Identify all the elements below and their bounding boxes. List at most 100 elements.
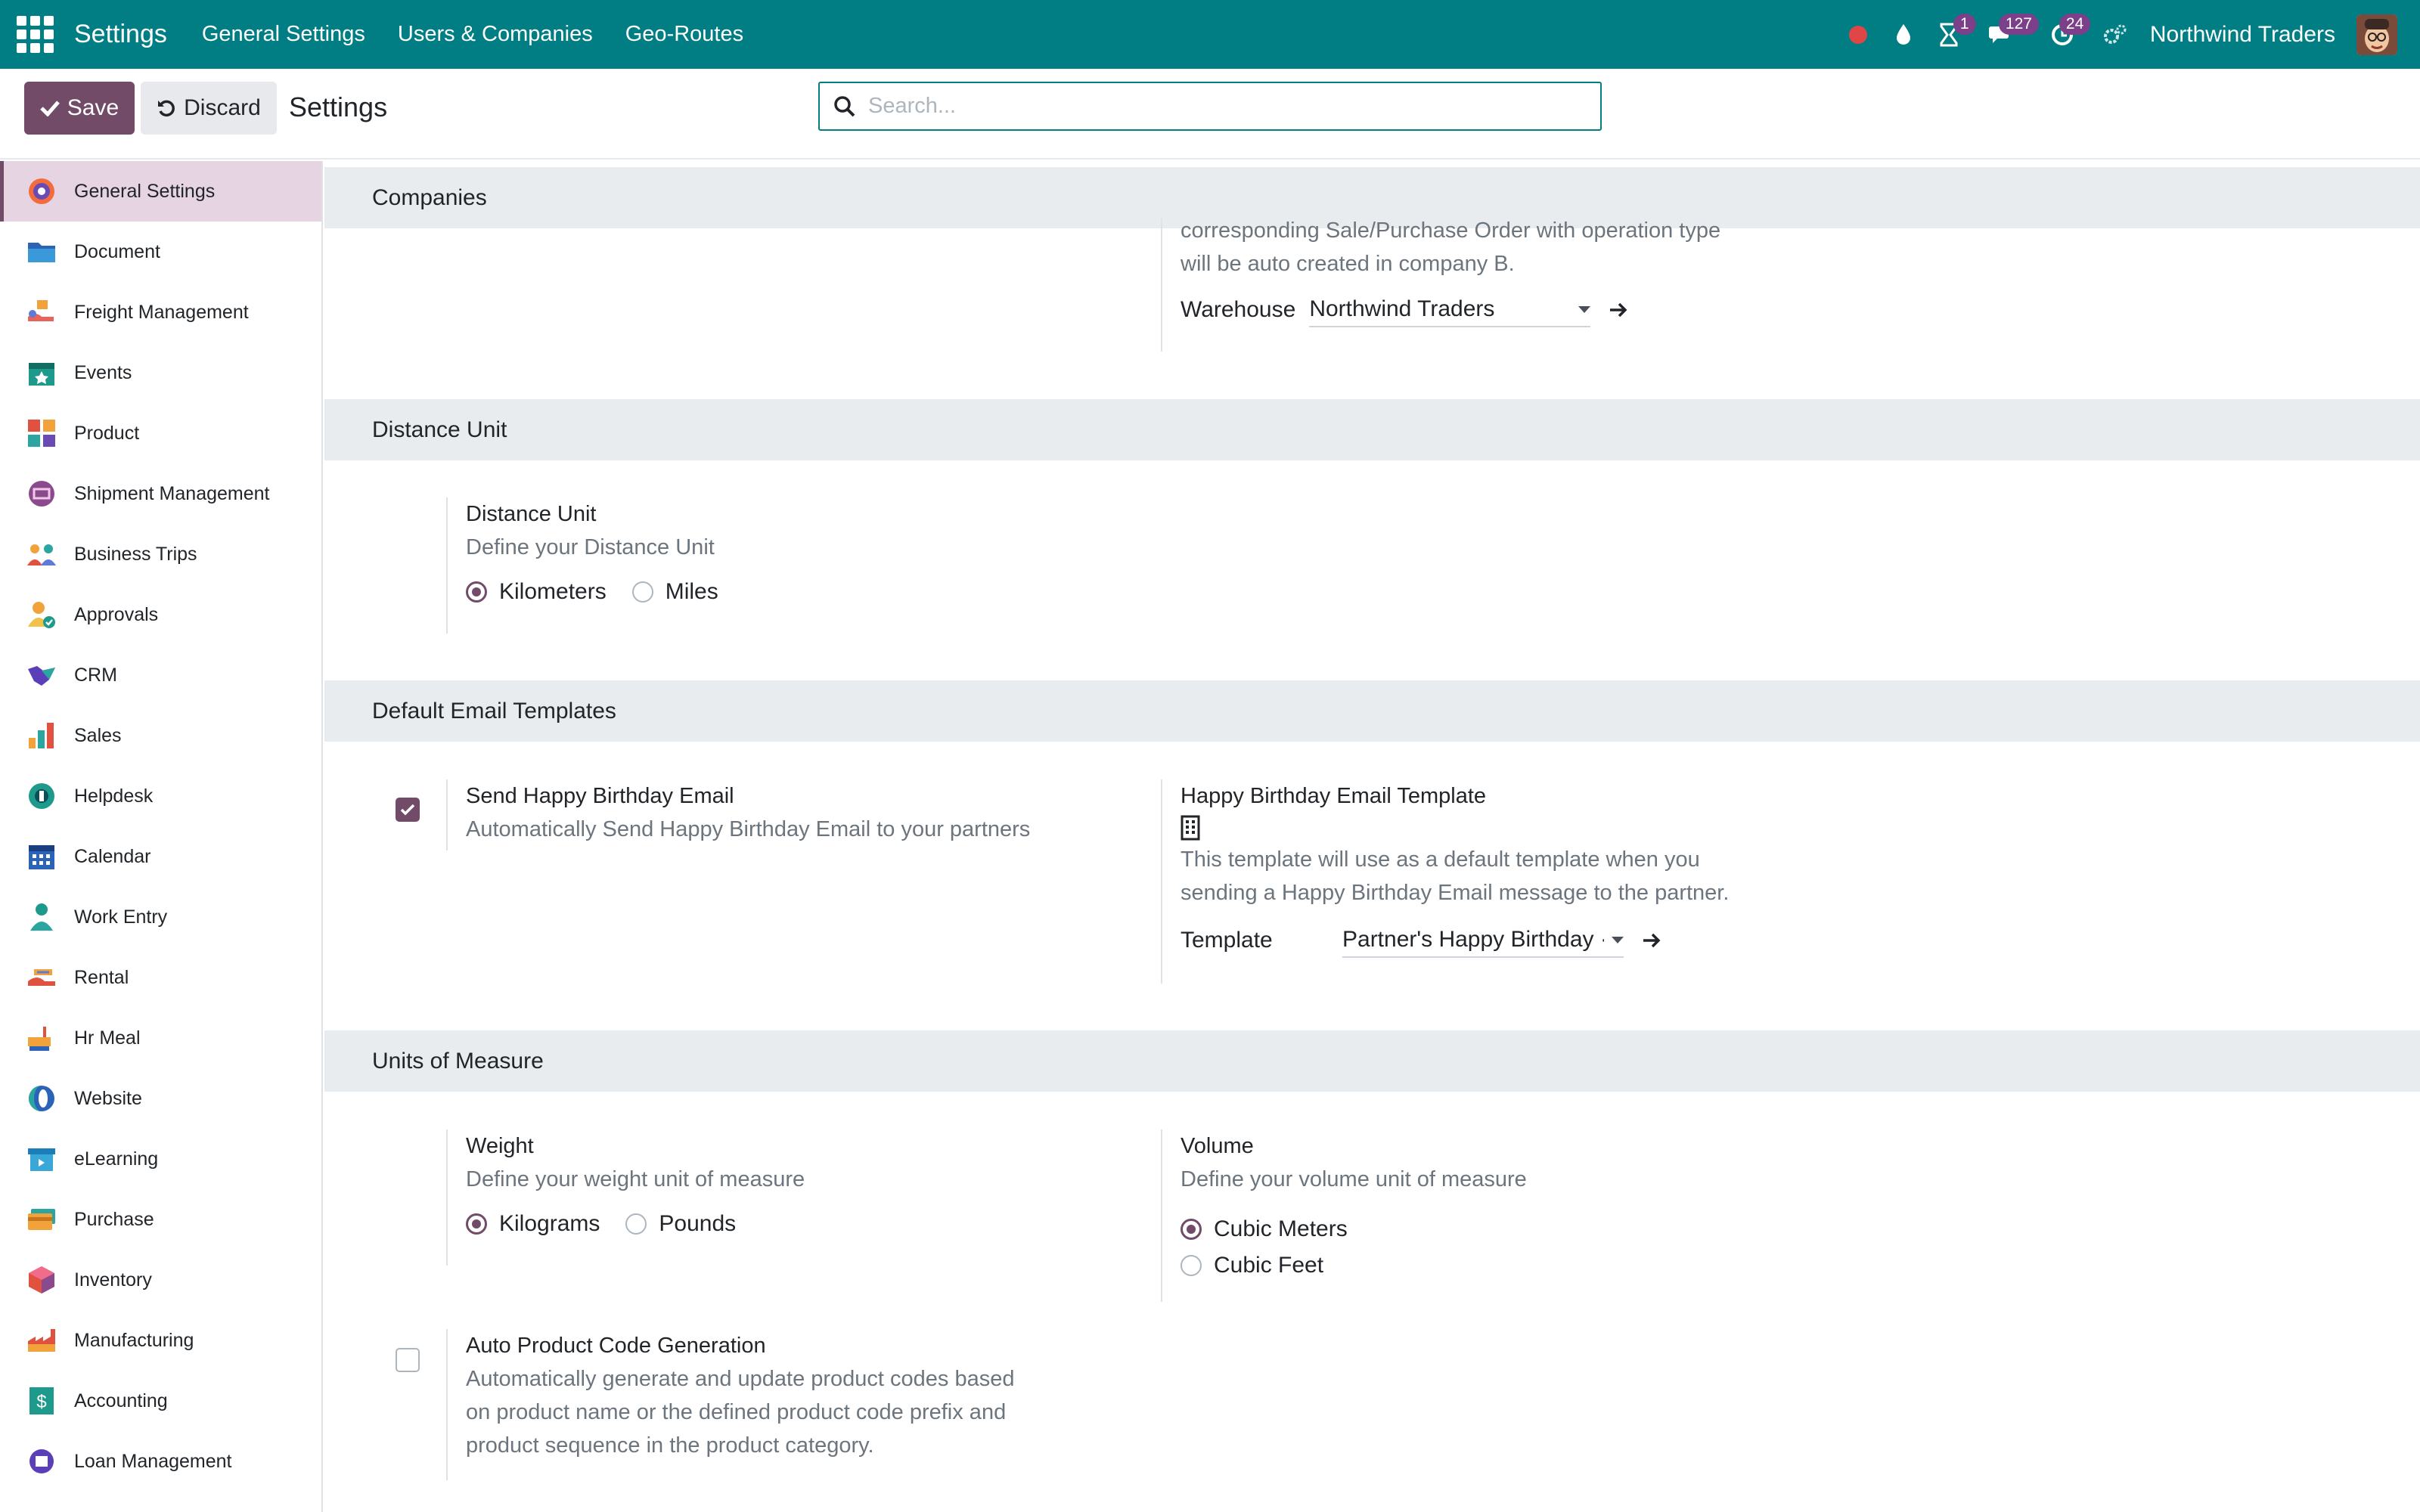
- sidebar-item-rental[interactable]: Rental: [0, 947, 321, 1008]
- section-header-units-of-measure: Units of Measure: [324, 1030, 2420, 1092]
- save-button[interactable]: Save: [24, 82, 135, 135]
- template-open-link[interactable]: [1642, 931, 1663, 950]
- warehouse-select[interactable]: Northwind Traders: [1309, 293, 1591, 327]
- sidebar-item-website[interactable]: Website: [0, 1068, 321, 1129]
- birthday-template-desc-line2: sending a Happy Birthday Email message t…: [1181, 881, 1730, 905]
- sidebar-item-shipment-management[interactable]: Shipment Management: [0, 463, 321, 524]
- miles-label: Miles: [665, 579, 718, 604]
- companies-desc-line1: corresponding Sale/Purchase Order with o…: [1181, 218, 1721, 243]
- sidebar-item-crm[interactable]: CRM: [0, 645, 321, 705]
- warehouse-open-link[interactable]: [1609, 301, 1630, 319]
- birthday-email-title: Send Happy Birthday Email: [466, 784, 734, 808]
- companies-desc-line2: will be auto created in company B.: [1181, 252, 1515, 276]
- kilometers-radio[interactable]: [466, 581, 487, 603]
- rental-hand-icon: [26, 962, 57, 993]
- avatar-face-icon: [2356, 14, 2397, 55]
- calendar-star-icon: [26, 357, 57, 389]
- sidebar-item-document[interactable]: Document: [0, 222, 321, 282]
- auto-product-code-desc-line2: on product name or the defined product c…: [466, 1400, 1007, 1424]
- people-icon: [26, 538, 57, 570]
- drop-button[interactable]: [1881, 0, 1926, 69]
- sidebar-item-manufacturing[interactable]: Manufacturing: [0, 1310, 321, 1371]
- warehouse-value: Northwind Traders: [1309, 296, 1495, 321]
- apps-menu-button[interactable]: [0, 0, 70, 69]
- handshake-icon: [26, 659, 57, 691]
- menu-geo-routes[interactable]: Geo-Routes: [625, 22, 743, 47]
- arrow-right-icon: [1643, 933, 1661, 948]
- sidebar-item-accounting[interactable]: $ Accounting: [0, 1371, 321, 1431]
- app-brand[interactable]: Settings: [74, 20, 167, 49]
- save-label: Save: [67, 95, 119, 120]
- sidebar-item-sales[interactable]: Sales: [0, 705, 321, 766]
- messages-button[interactable]: 127: [1972, 0, 2039, 69]
- sidebar-item-events[interactable]: Events: [0, 342, 321, 403]
- section-header-email-templates: Default Email Templates: [324, 680, 2420, 742]
- auto-product-code-title: Auto Product Code Generation: [466, 1334, 766, 1358]
- sidebar-item-label: Manufacturing: [74, 1329, 194, 1351]
- top-navbar: Settings General Settings Users & Compan…: [0, 0, 2420, 69]
- sidebar-item-inventory[interactable]: Inventory: [0, 1250, 321, 1310]
- sidebar-item-label: Hr Meal: [74, 1027, 141, 1049]
- globe-icon: [26, 1083, 57, 1114]
- auto-product-code-checkbox[interactable]: [396, 1348, 420, 1372]
- sidebar-item-elearning[interactable]: eLearning: [0, 1129, 321, 1189]
- timer-button[interactable]: 24: [2032, 0, 2093, 69]
- cubic-feet-radio[interactable]: [1181, 1255, 1202, 1276]
- menu-users-companies[interactable]: Users & Companies: [398, 22, 593, 47]
- weight-desc: Define your weight unit of measure: [466, 1167, 805, 1191]
- search-input[interactable]: [868, 94, 1549, 119]
- birthday-template-setting: Happy Birthday Email Template This templ…: [1161, 779, 1796, 984]
- template-select[interactable]: Partner's Happy Birthday ·: [1342, 923, 1624, 958]
- activities-button[interactable]: 1: [1926, 0, 1976, 69]
- dollar-doc-icon: $: [26, 1385, 57, 1417]
- sidebar-item-product[interactable]: Product: [0, 403, 321, 463]
- companies-warehouse-setting: corresponding Sale/Purchase Order with o…: [1161, 218, 1796, 352]
- birthday-email-checkbox[interactable]: [396, 798, 420, 822]
- undo-icon: [158, 100, 175, 117]
- cubic-feet-label: Cubic Feet: [1214, 1253, 1324, 1278]
- sidebar-item-business-trips[interactable]: Business Trips: [0, 524, 321, 584]
- sidebar-item-calendar[interactable]: Calendar: [0, 826, 321, 887]
- check-icon: [40, 101, 60, 116]
- sidebar-item-freight-management[interactable]: Freight Management: [0, 282, 321, 342]
- freight-icon: [26, 296, 57, 328]
- pounds-radio[interactable]: [625, 1213, 647, 1235]
- discard-button[interactable]: Discard: [141, 82, 277, 135]
- sidebar-item-label: Loan Management: [74, 1450, 232, 1472]
- distance-unit-desc: Define your Distance Unit: [466, 535, 715, 559]
- auto-product-code-desc-line1: Automatically generate and update produc…: [466, 1367, 1015, 1391]
- cubic-meters-label: Cubic Meters: [1214, 1216, 1348, 1241]
- sidebar-item-helpdesk[interactable]: Helpdesk: [0, 766, 321, 826]
- cubic-meters-radio[interactable]: [1181, 1219, 1202, 1240]
- sidebar-item-loan-management[interactable]: Loan Management: [0, 1431, 321, 1492]
- miles-radio[interactable]: [631, 581, 653, 603]
- sidebar-item-purchase[interactable]: Purchase: [0, 1189, 321, 1250]
- water-drop-icon: [1896, 23, 1910, 45]
- user-avatar[interactable]: [2356, 14, 2397, 55]
- birthday-template-desc-line1: This template will use as a default temp…: [1181, 847, 1700, 872]
- kilograms-radio[interactable]: [466, 1213, 487, 1235]
- search-box[interactable]: [818, 82, 1602, 131]
- sidebar-item-approvals[interactable]: Approvals: [0, 584, 321, 645]
- page-title: Settings: [289, 91, 388, 122]
- company-name[interactable]: Northwind Traders: [2150, 22, 2335, 48]
- arrow-right-icon: [1610, 302, 1627, 318]
- recording-button[interactable]: [1835, 0, 1881, 69]
- sidebar-item-general-settings[interactable]: General Settings: [0, 161, 321, 222]
- systray: 1 127 24 Northwind Traders: [1835, 0, 2397, 69]
- settings-content: Companies corresponding Sale/Purchase Or…: [324, 167, 2420, 1512]
- chevron-down-icon: [1578, 305, 1591, 313]
- volume-desc: Define your volume unit of measure: [1181, 1167, 1527, 1191]
- switch-company-button[interactable]: [2093, 0, 2138, 69]
- sidebar-item-work-entry[interactable]: Work Entry: [0, 887, 321, 947]
- check-icon: [400, 804, 415, 816]
- weight-setting: Weight Define your weight unit of measur…: [446, 1129, 1097, 1266]
- cube-icon: [26, 1264, 57, 1296]
- menu-general-settings[interactable]: General Settings: [202, 22, 365, 47]
- pounds-label: Pounds: [659, 1211, 737, 1236]
- sidebar-item-hr-meal[interactable]: Hr Meal: [0, 1008, 321, 1068]
- control-panel: Save Discard Settings: [0, 69, 2420, 160]
- credit-card-icon: [26, 1204, 57, 1235]
- calendar-icon: [26, 841, 57, 872]
- sidebar-item-label: eLearning: [74, 1148, 159, 1170]
